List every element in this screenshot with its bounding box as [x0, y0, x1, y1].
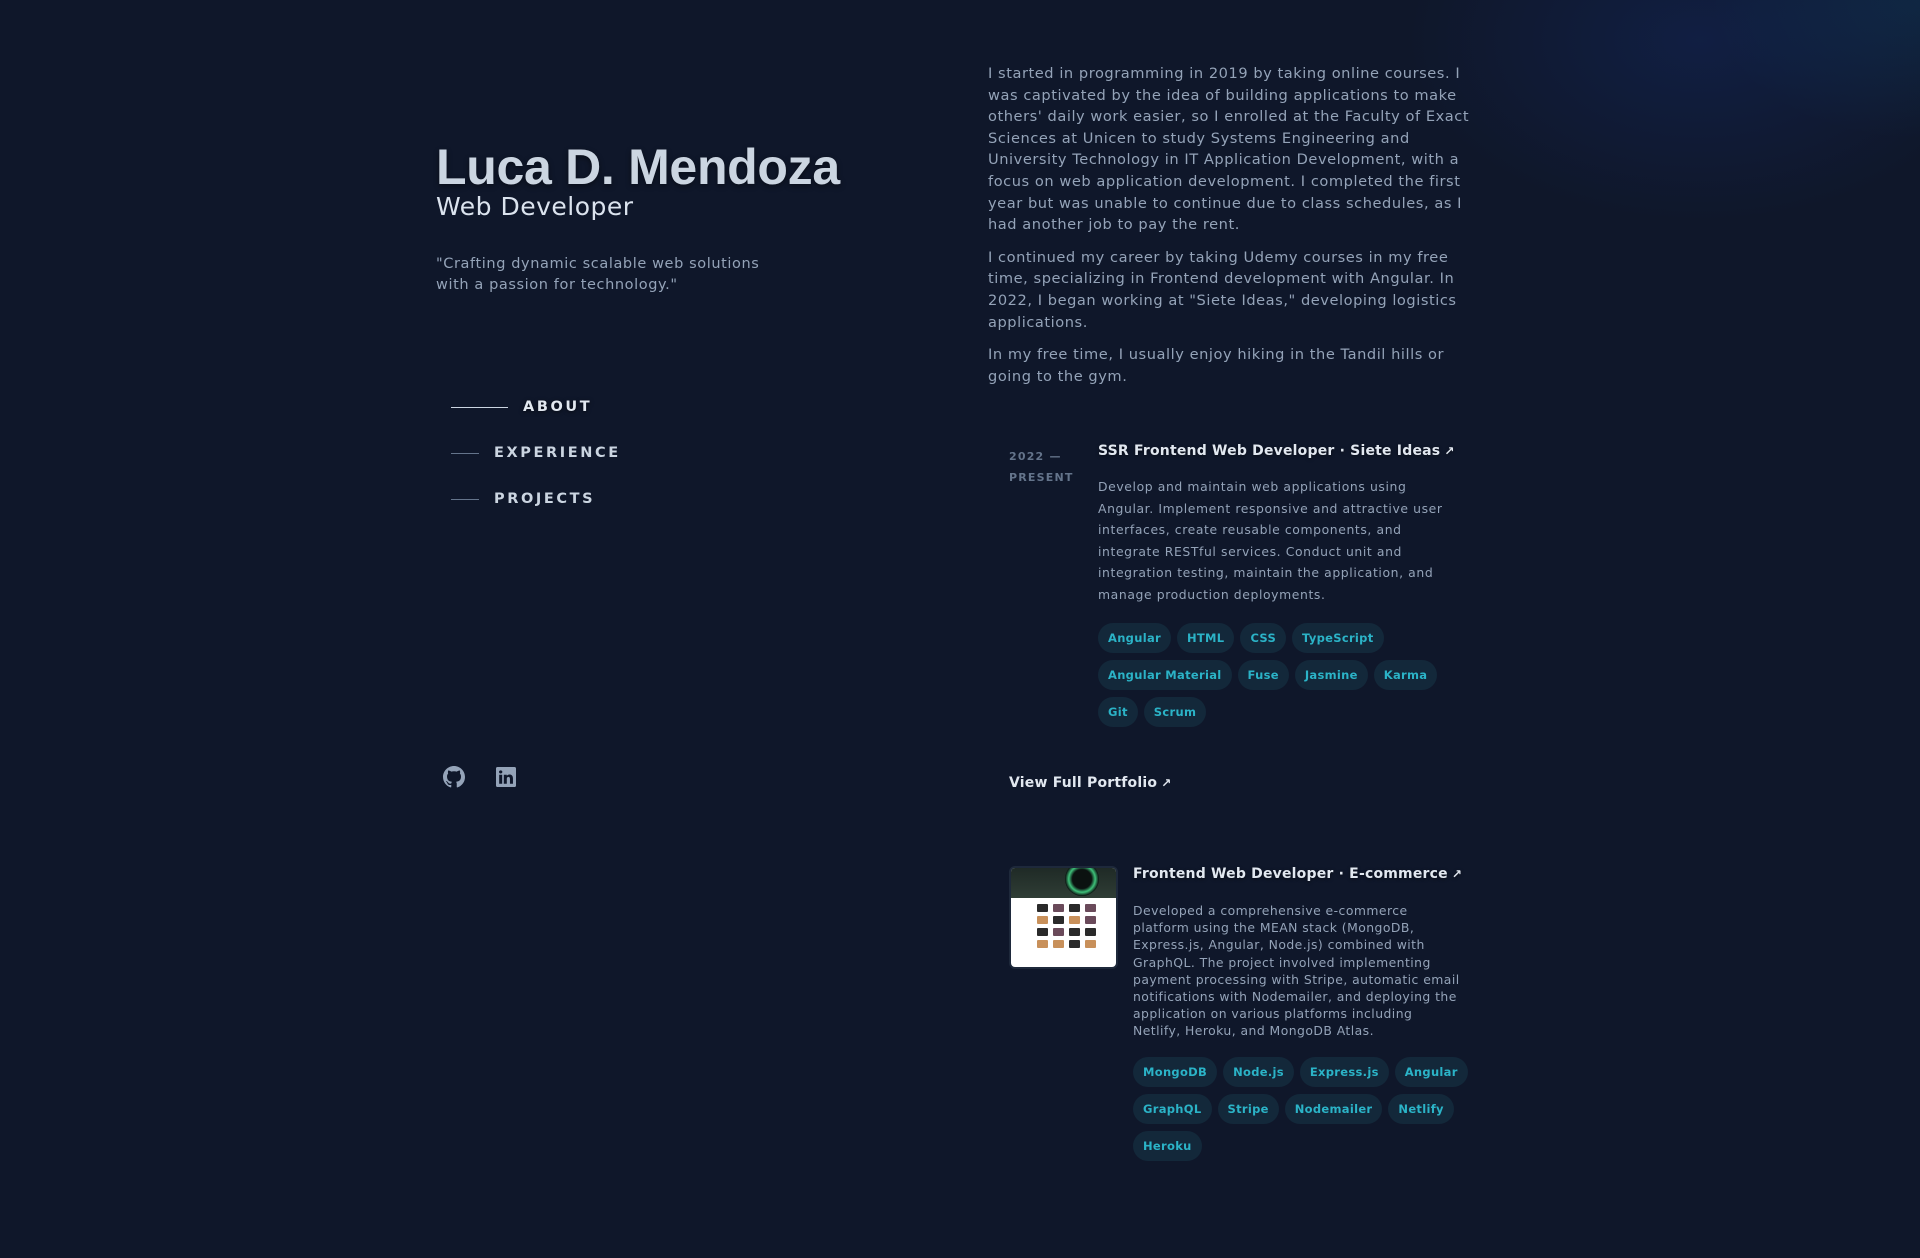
nav-indicator — [451, 452, 479, 454]
tech-tag: CSS — [1240, 622, 1287, 653]
about-section: I started in programming in 2019 by taki… — [988, 63, 1478, 398]
experience-title-link[interactable]: SSR Frontend Web Developer · Siete Ideas… — [1098, 443, 1458, 459]
role-subtitle: Web Developer — [436, 192, 634, 221]
experience-date: 2022 — PRESENT — [1009, 450, 1074, 484]
tech-tag: MongoDB — [1133, 1056, 1218, 1087]
tech-tag: Stripe — [1217, 1093, 1279, 1124]
project-thumbnail — [1009, 866, 1118, 969]
project-body: Frontend Web Developer · E-commerce ↗ Dev… — [1133, 866, 1468, 1161]
tech-tag: Express.js — [1299, 1056, 1389, 1087]
tech-tag: Scrum — [1143, 696, 1207, 727]
nav-indicator — [451, 498, 479, 500]
nav-indicator — [451, 406, 508, 408]
project-title-link[interactable]: Frontend Web Developer · E-commerce ↗ — [1133, 866, 1463, 882]
tech-tag: Karma — [1373, 659, 1438, 690]
tech-tag: Jasmine — [1294, 659, 1368, 690]
tech-tag: Heroku — [1133, 1130, 1202, 1161]
section-nav: ABOUT EXPERIENCE PROJECTS — [451, 384, 621, 522]
nav-item-experience[interactable]: EXPERIENCE — [451, 430, 621, 476]
nav-item-label: ABOUT — [523, 399, 593, 415]
project-tags: MongoDB Node.js Express.js Angular Graph… — [1133, 1056, 1493, 1161]
page-title: Luca D. Mendoza — [436, 139, 840, 195]
nav-item-projects[interactable]: PROJECTS — [451, 476, 621, 522]
tech-tag: Angular — [1098, 622, 1171, 653]
experience-tags: Angular HTML CSS TypeScript Angular Mate… — [1098, 622, 1458, 727]
tagline: "Crafting dynamic scalable web solutions… — [436, 256, 760, 293]
experience-description: Develop and maintain web applications us… — [1098, 479, 1443, 602]
nav-item-label: PROJECTS — [494, 491, 596, 507]
nav-item-label: EXPERIENCE — [494, 445, 621, 461]
experience-title: SSR Frontend Web Developer · Siete Ideas — [1098, 443, 1441, 459]
about-paragraph: I started in programming in 2019 by taki… — [988, 65, 1470, 234]
tech-tag: Netlify — [1388, 1093, 1454, 1124]
arrow-up-right-icon: ↗ — [1451, 867, 1463, 881]
arrow-up-right-icon: ↗ — [1161, 776, 1172, 790]
experience-body: SSR Frontend Web Developer · Siete Ideas… — [1098, 443, 1458, 727]
project-description: Developed a comprehensive e-commerce pla… — [1133, 903, 1460, 1039]
tech-tag: HTML — [1176, 622, 1235, 653]
view-portfolio-link[interactable]: View Full Portfolio ↗ — [1009, 775, 1171, 791]
tech-tag: Angular — [1394, 1056, 1468, 1087]
tech-tag: Node.js — [1223, 1056, 1294, 1087]
linkedin-icon[interactable] — [494, 765, 518, 789]
tech-tag: Fuse — [1237, 659, 1289, 690]
tech-tag: Angular Material — [1098, 659, 1232, 690]
tech-tag: Nodemailer — [1284, 1093, 1383, 1124]
arrow-up-right-icon: ↗ — [1444, 444, 1455, 458]
about-paragraph: In my free time, I usually enjoy hiking … — [988, 346, 1445, 385]
tech-tag: Git — [1098, 696, 1138, 727]
nav-item-about[interactable]: ABOUT — [451, 384, 621, 430]
tech-tag: TypeScript — [1292, 622, 1384, 653]
project-title: Frontend Web Developer · E-commerce — [1133, 866, 1448, 882]
about-paragraph: I continued my career by taking Udemy co… — [988, 248, 1457, 331]
github-icon[interactable] — [442, 765, 466, 789]
tech-tag: GraphQL — [1133, 1093, 1212, 1124]
portfolio-link-label: View Full Portfolio — [1009, 775, 1158, 791]
social-links — [442, 765, 518, 789]
